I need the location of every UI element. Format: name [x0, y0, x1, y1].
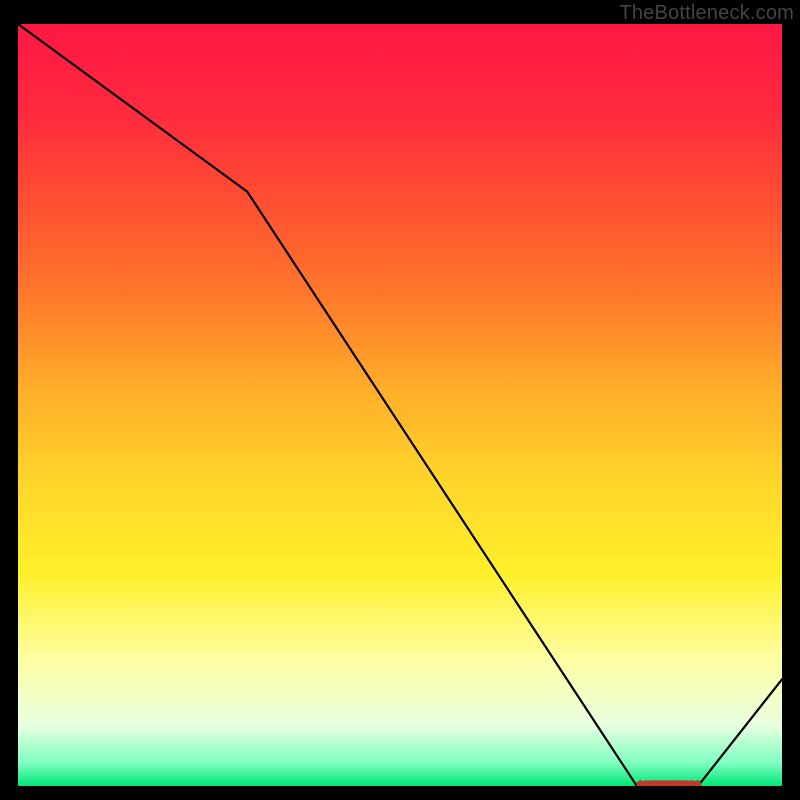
- chart-frame: TheBottleneck.com: [0, 0, 800, 800]
- watermark-text: TheBottleneck.com: [619, 2, 794, 25]
- gradient-background: [18, 24, 782, 786]
- chart-svg: [18, 24, 782, 786]
- valley-markers: [636, 780, 701, 786]
- chart-plot-area: [18, 24, 782, 786]
